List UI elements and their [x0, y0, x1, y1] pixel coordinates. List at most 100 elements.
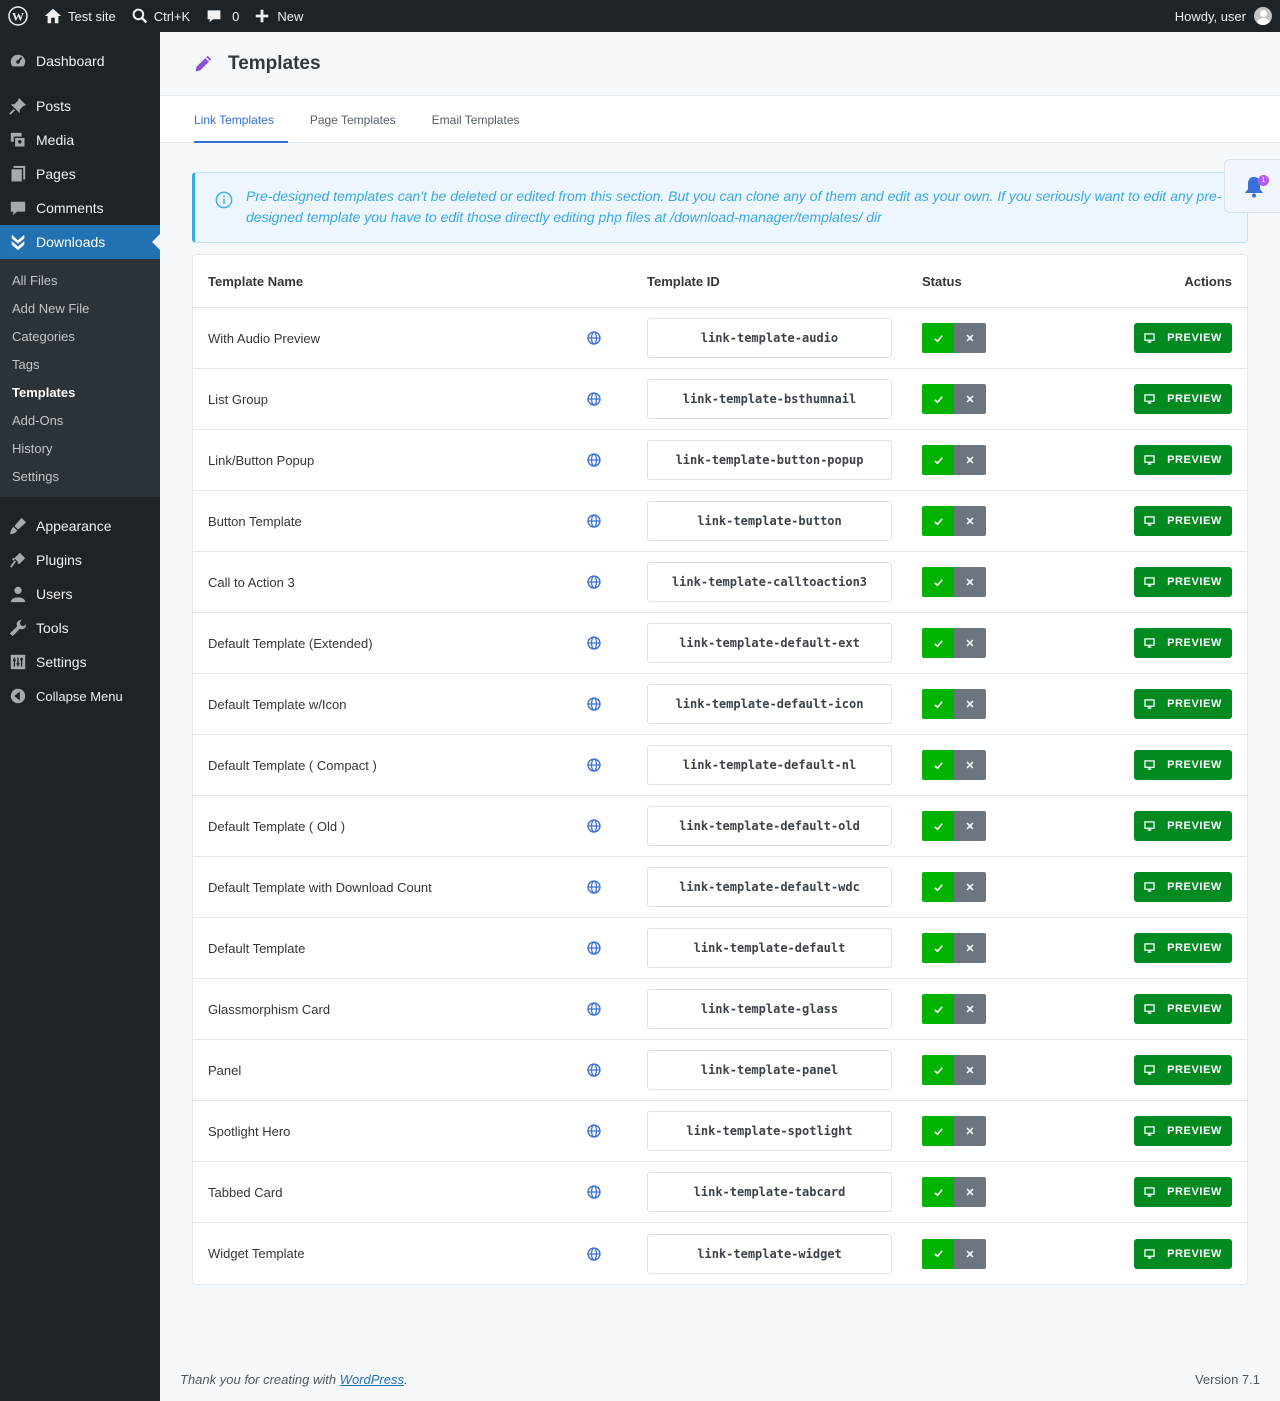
globe-icon[interactable]	[587, 697, 601, 711]
globe-icon[interactable]	[587, 819, 601, 833]
tab-page-templates[interactable]: Page Templates	[296, 96, 410, 143]
preview-button[interactable]: PREVIEW	[1134, 1238, 1232, 1269]
status-disable-button[interactable]	[954, 933, 986, 963]
notifications-button[interactable]: 1	[1224, 159, 1280, 213]
wordpress-logo-icon[interactable]: W	[0, 0, 36, 32]
preview-button[interactable]: PREVIEW	[1134, 750, 1232, 780]
menu-plugins[interactable]: Plugins	[0, 543, 160, 577]
template-id-field[interactable]: link-template-default	[647, 928, 892, 968]
status-disable-button[interactable]	[954, 567, 986, 597]
globe-icon[interactable]	[587, 758, 601, 772]
preview-button[interactable]: PREVIEW	[1134, 567, 1232, 597]
globe-icon[interactable]	[587, 331, 601, 345]
status-enable-button[interactable]	[922, 933, 954, 963]
globe-icon[interactable]	[587, 453, 601, 467]
preview-button[interactable]: PREVIEW	[1134, 1116, 1232, 1146]
template-id-field[interactable]: link-template-button	[647, 501, 892, 541]
status-disable-button[interactable]	[954, 323, 986, 353]
template-id-field[interactable]: link-template-audio	[647, 318, 892, 358]
template-id-field[interactable]: link-template-default-old	[647, 806, 892, 846]
globe-icon[interactable]	[587, 1246, 601, 1261]
preview-button[interactable]: PREVIEW	[1134, 872, 1232, 902]
template-id-field[interactable]: link-template-default-wdc	[647, 867, 892, 907]
tab-email-templates[interactable]: Email Templates	[418, 96, 534, 143]
globe-icon[interactable]	[587, 514, 601, 528]
site-name-link[interactable]: Test site	[36, 0, 124, 32]
submenu-templates[interactable]: Templates	[0, 378, 160, 406]
template-id-field[interactable]: link-template-default-nl	[647, 745, 892, 785]
status-enable-button[interactable]	[922, 1055, 954, 1085]
status-disable-button[interactable]	[954, 445, 986, 475]
collapse-menu-button[interactable]: Collapse Menu	[0, 679, 160, 713]
avatar[interactable]	[1254, 7, 1272, 25]
template-id-field[interactable]: link-template-calltoaction3	[647, 562, 892, 602]
howdy-user[interactable]: Howdy, user	[1175, 9, 1246, 24]
status-enable-button[interactable]	[922, 323, 954, 353]
status-disable-button[interactable]	[954, 811, 986, 841]
status-enable-button[interactable]	[922, 689, 954, 719]
status-enable-button[interactable]	[922, 506, 954, 536]
preview-button[interactable]: PREVIEW	[1134, 628, 1232, 658]
submenu-tags[interactable]: Tags	[0, 350, 160, 378]
menu-downloads[interactable]: Downloads	[0, 225, 160, 259]
preview-button[interactable]: PREVIEW	[1134, 323, 1232, 353]
menu-comments[interactable]: Comments	[0, 191, 160, 225]
status-disable-button[interactable]	[954, 1238, 986, 1269]
status-disable-button[interactable]	[954, 384, 986, 414]
template-id-field[interactable]: link-template-button-popup	[647, 440, 892, 480]
menu-media[interactable]: Media	[0, 123, 160, 157]
template-id-field[interactable]: link-template-default-icon	[647, 684, 892, 724]
template-id-field[interactable]: link-template-default-ext	[647, 623, 892, 663]
globe-icon[interactable]	[587, 1185, 601, 1199]
status-enable-button[interactable]	[922, 872, 954, 902]
template-id-field[interactable]: link-template-spotlight	[647, 1111, 892, 1151]
submenu-all-files[interactable]: All Files	[0, 266, 160, 294]
preview-button[interactable]: PREVIEW	[1134, 1177, 1232, 1207]
status-disable-button[interactable]	[954, 1177, 986, 1207]
status-disable-button[interactable]	[954, 628, 986, 658]
menu-dashboard[interactable]: Dashboard	[0, 44, 160, 78]
status-disable-button[interactable]	[954, 750, 986, 780]
submenu-settings[interactable]: Settings	[0, 462, 160, 490]
status-enable-button[interactable]	[922, 811, 954, 841]
globe-icon[interactable]	[587, 880, 601, 894]
search-shortcut[interactable]: Ctrl+K	[124, 0, 198, 32]
menu-tools[interactable]: Tools	[0, 611, 160, 645]
status-disable-button[interactable]	[954, 872, 986, 902]
status-enable-button[interactable]	[922, 445, 954, 475]
preview-button[interactable]: PREVIEW	[1134, 994, 1232, 1024]
status-enable-button[interactable]	[922, 1116, 954, 1146]
status-disable-button[interactable]	[954, 994, 986, 1024]
menu-users[interactable]: Users	[0, 577, 160, 611]
template-id-field[interactable]: link-template-bsthumnail	[647, 379, 892, 419]
preview-button[interactable]: PREVIEW	[1134, 811, 1232, 841]
preview-button[interactable]: PREVIEW	[1134, 384, 1232, 414]
template-id-field[interactable]: link-template-widget	[647, 1233, 892, 1274]
globe-icon[interactable]	[587, 575, 601, 589]
globe-icon[interactable]	[587, 1063, 601, 1077]
template-id-field[interactable]: link-template-tabcard	[647, 1172, 892, 1212]
status-disable-button[interactable]	[954, 506, 986, 536]
globe-icon[interactable]	[587, 1002, 601, 1016]
status-enable-button[interactable]	[922, 1177, 954, 1207]
status-enable-button[interactable]	[922, 384, 954, 414]
template-id-field[interactable]: link-template-panel	[647, 1050, 892, 1090]
status-enable-button[interactable]	[922, 1238, 954, 1269]
menu-posts[interactable]: Posts	[0, 89, 160, 123]
globe-icon[interactable]	[587, 941, 601, 955]
preview-button[interactable]: PREVIEW	[1134, 689, 1232, 719]
menu-settings[interactable]: Settings	[0, 645, 160, 679]
preview-button[interactable]: PREVIEW	[1134, 1055, 1232, 1085]
preview-button[interactable]: PREVIEW	[1134, 933, 1232, 963]
status-disable-button[interactable]	[954, 1116, 986, 1146]
submenu-add-ons[interactable]: Add-Ons	[0, 406, 160, 434]
tab-link-templates[interactable]: Link Templates	[180, 96, 288, 143]
globe-icon[interactable]	[587, 636, 601, 650]
submenu-add-new-file[interactable]: Add New File	[0, 294, 160, 322]
status-enable-button[interactable]	[922, 567, 954, 597]
globe-icon[interactable]	[587, 392, 601, 406]
status-disable-button[interactable]	[954, 1055, 986, 1085]
preview-button[interactable]: PREVIEW	[1134, 506, 1232, 536]
template-id-field[interactable]: link-template-glass	[647, 989, 892, 1029]
status-disable-button[interactable]	[954, 689, 986, 719]
